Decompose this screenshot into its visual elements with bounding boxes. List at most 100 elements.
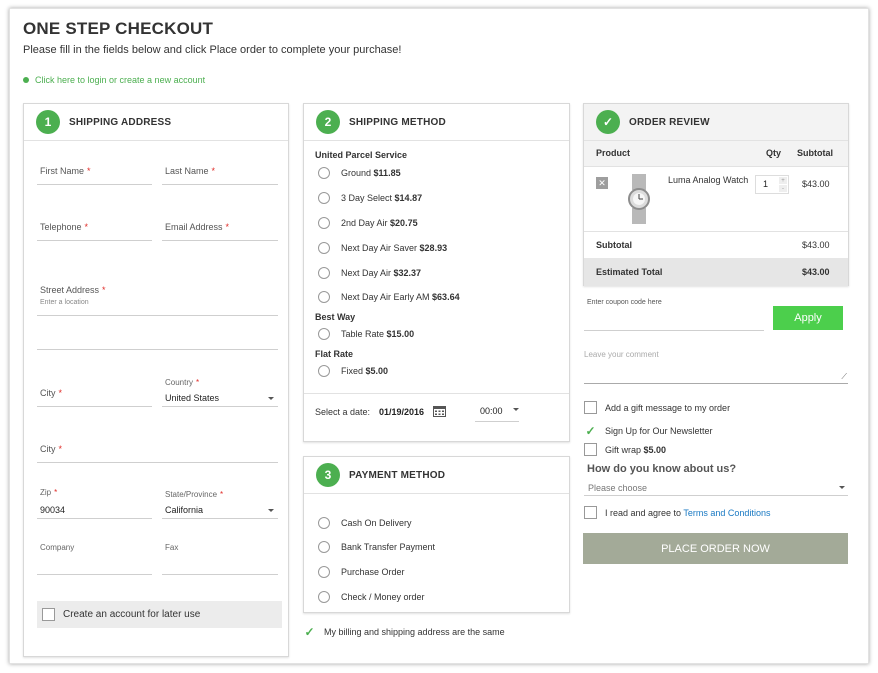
radio-button[interactable] [318, 267, 330, 279]
shipping-option-3day[interactable]: 3 Day Select $14.87 [318, 192, 422, 204]
time-value: 00:00 [480, 406, 503, 416]
radio-button[interactable] [318, 291, 330, 303]
subtotal-value: $43.00 [802, 240, 830, 250]
payment-option-cod[interactable]: Cash On Delivery [318, 517, 412, 529]
city-field-2[interactable]: City * [37, 444, 278, 463]
page-title: ONE STEP CHECKOUT [23, 19, 214, 38]
login-link-label: Click here to login or create a new acco… [35, 75, 206, 85]
order-review-panel: ✓ ORDER REVIEW Product Qty Subtotal ✕ Lu… [583, 103, 849, 286]
first-name-field[interactable]: First Name * [37, 166, 152, 185]
required-mark: * [87, 166, 91, 176]
street-address-line2[interactable] [37, 330, 278, 350]
radio-button[interactable] [318, 566, 330, 578]
option-price: $11.85 [373, 168, 401, 178]
gift-message-row[interactable]: Add a gift message to my order [584, 401, 730, 414]
option-price: $32.37 [393, 268, 422, 278]
shipping-option-next-day[interactable]: Next Day Air $32.37 [318, 267, 421, 279]
radio-button[interactable] [318, 328, 330, 340]
street-address-field[interactable]: Street Address * Enter a location [37, 285, 278, 316]
qty-minus-icon[interactable]: - [779, 185, 787, 192]
date-label: Select a date: [315, 407, 371, 417]
payment-option-purchase-order[interactable]: Purchase Order [318, 566, 405, 578]
chevron-down-icon [513, 408, 519, 411]
option-price: $20.75 [390, 218, 418, 228]
radio-button[interactable] [318, 517, 330, 529]
radio-button[interactable] [318, 591, 330, 603]
gift-wrap-checkbox[interactable] [584, 443, 597, 456]
radio-button[interactable] [318, 242, 330, 254]
gift-message-checkbox[interactable] [584, 401, 597, 414]
create-account-checkbox[interactable] [42, 608, 55, 621]
last-name-field[interactable]: Last Name * [162, 166, 278, 185]
option-label: Next Day Air [341, 268, 392, 278]
terms-link[interactable]: Terms and Conditions [683, 508, 770, 518]
shipping-option-next-day-early[interactable]: Next Day Air Early AM $63.64 [318, 291, 460, 303]
shipping-address-header: 1 SHIPPING ADDRESS [24, 104, 288, 141]
subtotal-row: Subtotal $43.00 [584, 232, 848, 258]
state-label: State/Province [165, 490, 218, 499]
gift-wrap-row[interactable]: Gift wrap $5.00 [584, 443, 666, 456]
review-header-product: Product [596, 148, 631, 158]
option-label: Table Rate [341, 329, 385, 339]
radio-button[interactable] [318, 541, 330, 553]
telephone-field[interactable]: Telephone * [37, 222, 152, 241]
newsletter-row[interactable]: ✓ Sign Up for Our Newsletter [584, 424, 712, 438]
shipping-option-table-rate[interactable]: Table Rate $15.00 [318, 328, 414, 340]
chevron-down-icon [268, 397, 274, 400]
last-name-label: Last Name [165, 166, 209, 176]
required-mark: * [196, 378, 200, 387]
qty-plus-icon[interactable]: + [779, 177, 787, 184]
option-label: 3 Day Select [341, 193, 393, 203]
company-label: Company [40, 543, 75, 552]
country-select[interactable]: Country * United States [162, 378, 278, 407]
agree-row[interactable]: I read and agree to Terms and Conditions [584, 506, 770, 519]
chevron-down-icon [839, 486, 845, 489]
radio-button[interactable] [318, 217, 330, 229]
date-input[interactable]: 01/19/2016 [379, 407, 424, 417]
qty-stepper[interactable]: 1 + - [755, 175, 789, 194]
shipping-option-fixed[interactable]: Fixed $5.00 [318, 365, 388, 377]
step-2-badge: 2 [316, 110, 340, 134]
carrier-flat-rate: Flat Rate [315, 349, 354, 359]
email-field[interactable]: Email Address * [162, 222, 278, 241]
shipping-address-title: SHIPPING ADDRESS [69, 116, 172, 128]
company-field[interactable]: Company [37, 543, 152, 575]
check-icon[interactable]: ✓ [303, 625, 316, 639]
comment-textarea[interactable]: Leave your comment ⟋ [584, 348, 848, 384]
how-know-select[interactable]: Please choose [584, 479, 848, 496]
billing-same-label: My billing and shipping address are the … [324, 626, 505, 637]
remove-item-icon[interactable]: ✕ [596, 177, 608, 189]
apply-coupon-button[interactable]: Apply [773, 306, 843, 330]
product-image [615, 174, 663, 224]
billing-same-row[interactable]: ✓ My billing and shipping address are th… [303, 625, 505, 639]
payment-option-check[interactable]: Check / Money order [318, 591, 425, 603]
shipping-option-2nd-day[interactable]: 2nd Day Air $20.75 [318, 217, 418, 229]
create-account-row[interactable]: Create an account for later use [37, 601, 282, 628]
fax-field[interactable]: Fax [162, 543, 278, 575]
place-order-button[interactable]: PLACE ORDER NOW [583, 533, 848, 564]
payment-option-bank-transfer[interactable]: Bank Transfer Payment [318, 541, 435, 553]
payment-option-label: Cash On Delivery [341, 518, 412, 528]
check-icon[interactable]: ✓ [584, 424, 597, 438]
login-link[interactable]: Click here to login or create a new acco… [23, 75, 205, 85]
city-field[interactable]: City * [37, 388, 152, 407]
step-3-badge: 3 [316, 463, 340, 487]
create-account-label: Create an account for later use [63, 609, 201, 620]
calendar-icon[interactable] [433, 405, 446, 417]
telephone-label: Telephone [40, 222, 82, 232]
radio-button[interactable] [318, 167, 330, 179]
agree-checkbox[interactable] [584, 506, 597, 519]
time-select[interactable]: 00:00 [475, 401, 519, 422]
shipping-option-next-day-saver[interactable]: Next Day Air Saver $28.93 [318, 242, 447, 254]
required-mark: * [102, 285, 106, 295]
coupon-placeholder: Enter coupon code here [587, 299, 662, 306]
resize-handle-icon[interactable]: ⟋ [841, 372, 847, 382]
coupon-input[interactable]: Enter coupon code here [584, 297, 764, 331]
option-label: Fixed [341, 366, 364, 376]
radio-button[interactable] [318, 192, 330, 204]
zip-field[interactable]: Zip * 90034 [37, 488, 152, 519]
radio-button[interactable] [318, 365, 330, 377]
shipping-option-ground[interactable]: Ground $11.85 [318, 167, 401, 179]
carrier-ups: United Parcel Service [315, 150, 408, 160]
state-select[interactable]: State/Province * California [162, 490, 278, 519]
